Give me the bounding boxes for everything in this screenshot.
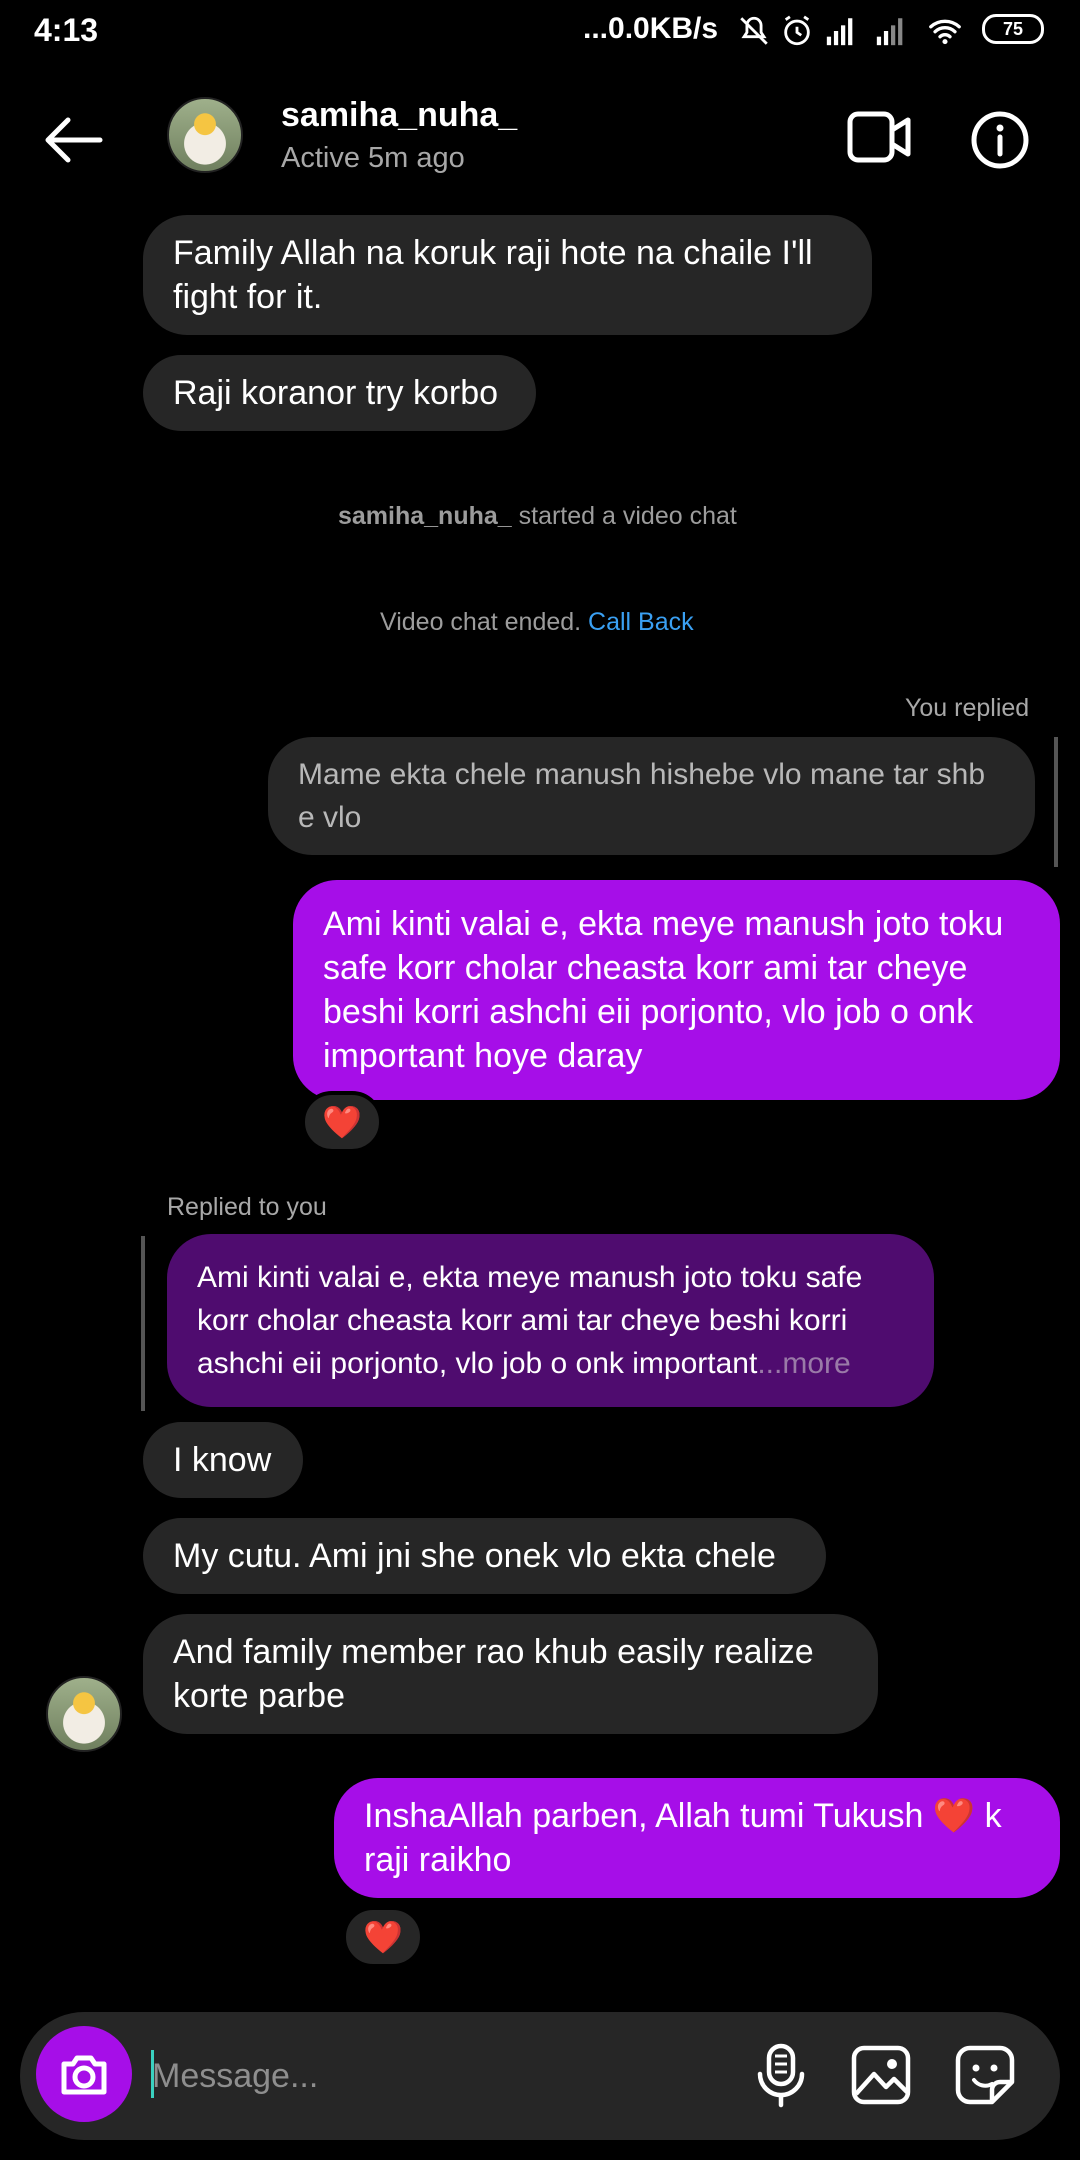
signal-icon-2 (876, 18, 903, 46)
message-input[interactable] (150, 2040, 714, 2112)
system-text: Video chat ended. (380, 608, 589, 636)
quoted-message[interactable]: Ami kinti valai e, ekta meye manush joto… (167, 1234, 934, 1407)
outgoing-message[interactable]: Ami kinti valai e, ekta meye manush joto… (293, 880, 1060, 1100)
call-back-link[interactable]: Call Back (588, 608, 694, 636)
incoming-message[interactable]: Raji koranor try korbo (143, 355, 536, 431)
avatar[interactable] (167, 97, 243, 173)
reply-indicator-line (1054, 737, 1058, 867)
heart-reaction[interactable]: ❤️ (301, 1091, 383, 1153)
heart-reaction[interactable]: ❤️ (342, 1906, 424, 1968)
status-time: 4:13 (34, 12, 99, 48)
sender-avatar[interactable] (46, 1676, 122, 1752)
more-link[interactable]: ...more (757, 1347, 850, 1380)
gallery-icon[interactable] (846, 2040, 916, 2110)
battery-indicator: 75 (982, 14, 1044, 44)
back-arrow-icon[interactable] (38, 110, 108, 170)
incoming-message[interactable]: My cutu. Ami jni she onek vlo ekta chele (143, 1518, 826, 1594)
reply-indicator-line (141, 1236, 145, 1411)
info-icon[interactable] (970, 110, 1030, 170)
active-status: Active 5m ago (281, 142, 465, 174)
camera-button[interactable] (36, 2026, 132, 2122)
network-speed: ...0.0KB/s (583, 12, 719, 45)
system-username: samiha_nuha_ (338, 502, 512, 530)
alarm-icon (784, 15, 810, 46)
chat-username[interactable]: samiha_nuha_ (281, 96, 517, 135)
video-call-icon[interactable] (846, 108, 912, 166)
text-cursor (151, 2050, 154, 2098)
incoming-message[interactable]: Family Allah na koruk raji hote na chail… (143, 215, 872, 335)
system-text: started a video chat (511, 502, 737, 530)
mute-icon (740, 16, 768, 45)
replied-to-you-label: Replied to you (167, 1193, 327, 1221)
camera-icon (61, 2055, 107, 2095)
quoted-message[interactable]: Mame ekta chele manush hishebe vlo mane … (268, 737, 1035, 855)
sticker-icon[interactable] (950, 2040, 1020, 2110)
system-message-video-ended: Video chat ended. Call Back (380, 608, 694, 637)
incoming-message[interactable]: I know (143, 1422, 303, 1498)
wifi-icon (929, 19, 961, 45)
system-message-video-started: samiha_nuha_ started a video chat (338, 502, 737, 531)
signal-icon-1 (826, 18, 853, 46)
microphone-icon[interactable] (746, 2040, 816, 2110)
you-replied-label: You replied (905, 694, 1030, 722)
incoming-message[interactable]: And family member rao khub easily realiz… (143, 1614, 878, 1734)
outgoing-message[interactable]: InshaAllah parben, Allah tumi Tukush ❤️ … (334, 1778, 1060, 1898)
